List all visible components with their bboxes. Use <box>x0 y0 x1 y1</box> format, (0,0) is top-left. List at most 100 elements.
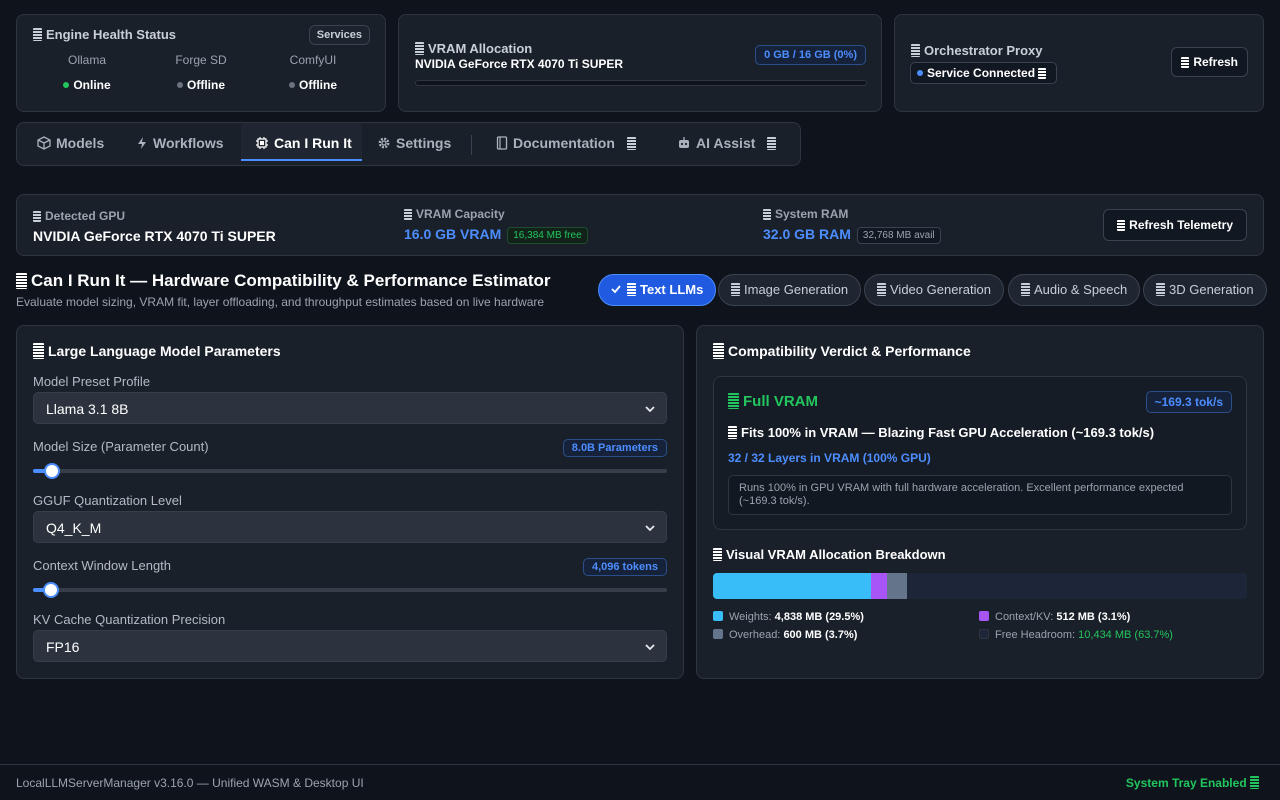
doc-icon <box>1181 57 1190 68</box>
breakdown-title-text: Visual VRAM Allocation Breakdown <box>726 547 946 562</box>
orchestrator-title-text: Orchestrator Proxy <box>924 43 1043 58</box>
verdict-status-text: Full VRAM <box>743 393 818 410</box>
hardware-telemetry-card: Detected GPU NVIDIA GeForce RTX 4070 Ti … <box>16 194 1264 256</box>
services-button[interactable]: Services <box>308 25 370 45</box>
tab-divider <box>471 135 472 155</box>
compatibility-verdict-panel: Compatibility Verdict & Performance Full… <box>696 325 1264 679</box>
system-tray-status: System Tray Enabled <box>1126 776 1263 790</box>
refresh-telemetry-button[interactable]: Refresh Telemetry <box>1103 209 1247 241</box>
tab-label: Settings <box>396 135 452 151</box>
category-label: Video Generation <box>890 282 991 297</box>
speed-badge: ~169.3 tok/s <box>1145 391 1232 413</box>
chevron-down-icon <box>645 406 655 413</box>
doc-icon <box>731 283 740 296</box>
status-dot <box>177 82 183 88</box>
legend-swatch <box>713 611 723 621</box>
tab-label: Workflows <box>153 135 224 151</box>
system-ram-text: 32.0 GB RAM <box>763 226 851 242</box>
vram-allocation-card: VRAM Allocation NVIDIA GeForce RTX 4070 … <box>398 14 882 112</box>
tab-models[interactable]: Models <box>37 123 104 161</box>
tab-can-i-run-it[interactable]: Can I Run It <box>241 123 362 161</box>
engine-name: Forge SD <box>175 53 227 67</box>
legend-label: Context/KV: <box>995 611 1054 623</box>
verdict-note: Runs 100% in GPU VRAM with full hardware… <box>728 475 1232 515</box>
model-size-slider[interactable] <box>33 463 667 479</box>
category-text-llms[interactable]: Text LLMs <box>598 274 717 306</box>
chip-icon <box>256 137 268 149</box>
doc-icon <box>1117 220 1126 231</box>
vram-capacity: VRAM Capacity 16.0 GB VRAM 16,384 MB free <box>404 207 588 244</box>
kv-cache-value: FP16 <box>46 639 80 655</box>
doc-icon <box>16 273 27 289</box>
context-window-slider[interactable] <box>33 582 667 598</box>
llm-parameters-title: Large Language Model Parameters <box>33 343 281 359</box>
preset-value: Llama 3.1 8B <box>46 401 129 417</box>
tab-label: Models <box>56 135 105 151</box>
legend-context-kv: Context/KV: 512 MB (3.1%) <box>979 611 1130 623</box>
book-icon <box>496 136 508 150</box>
model-size-badge: 8.0B Parameters <box>562 439 667 457</box>
category-video-generation[interactable]: Video Generation <box>864 274 1004 306</box>
engine-comfyui: ComfyUI Offline <box>263 53 363 92</box>
engine-health-card: Engine Health Status Services Ollama Onl… <box>16 14 386 112</box>
vram-free-tag: 16,384 MB free <box>507 227 588 244</box>
engine-status: Offline <box>151 78 251 92</box>
refresh-label: Refresh <box>1193 55 1238 69</box>
status-text: Offline <box>187 78 225 92</box>
quantization-select[interactable]: Q4_K_M <box>33 511 667 543</box>
verdict-status: Full VRAM <box>728 393 818 410</box>
slider-thumb[interactable] <box>42 582 59 598</box>
legend-value: 4,838 MB (29.5%) <box>774 611 864 623</box>
legend-weights: Weights: 4,838 MB (29.5%) <box>713 611 864 623</box>
engine-name: Ollama <box>67 53 106 67</box>
kv-cache-select[interactable]: FP16 <box>33 630 667 662</box>
vram-segment-1 <box>870 573 888 599</box>
slider-thumb[interactable] <box>44 463 61 479</box>
legend-value: 600 MB (3.7%) <box>783 629 858 641</box>
doc-icon <box>728 393 739 409</box>
tab-ai-assist[interactable]: AI Assist <box>677 123 780 161</box>
engine-ollama: Ollama Online <box>37 53 137 92</box>
preset-label: Model Preset Profile <box>33 374 151 389</box>
verdict-fits: Fits 100% in VRAM — Blazing Fast GPU Acc… <box>728 425 1154 440</box>
category-image-generation[interactable]: Image Generation <box>718 274 862 306</box>
quantization-label: GGUF Quantization Level <box>33 493 182 508</box>
tab-label: Documentation <box>513 135 615 151</box>
doc-icon <box>33 28 42 41</box>
robot-icon <box>679 137 689 148</box>
tab-documentation[interactable]: Documentation <box>496 123 640 161</box>
tab-settings[interactable]: Settings <box>377 123 451 161</box>
vram-capacity-value: 16.0 GB VRAM 16,384 MB free <box>404 226 588 244</box>
vram-allocation-title-text: VRAM Allocation <box>428 41 533 56</box>
status-footer: LocalLLMServerManager v3.16.0 — Unified … <box>0 764 1280 800</box>
vram-segment-0 <box>713 573 871 599</box>
vram-segment-2 <box>887 573 907 599</box>
category-3d-generation[interactable]: 3D Generation <box>1143 274 1267 306</box>
chevron-down-icon <box>645 644 655 651</box>
service-status-text: Service Connected <box>927 66 1036 80</box>
verdict-box: Full VRAM ~169.3 tok/s Fits 100% in VRAM… <box>713 376 1247 530</box>
detected-gpu-value: NVIDIA GeForce RTX 4070 Ti SUPER <box>33 228 276 244</box>
page-subtitle: Evaluate model sizing, VRAM fit, layer o… <box>16 295 545 309</box>
doc-icon <box>404 209 412 220</box>
refresh-button[interactable]: Refresh <box>1171 47 1248 77</box>
doc-icon <box>33 343 44 359</box>
layers-in-vram: 32 / 32 Layers in VRAM (100% GPU) <box>728 451 931 465</box>
model-size-label: Model Size (Parameter Count) <box>33 439 209 454</box>
system-tray-text: System Tray Enabled <box>1125 776 1247 790</box>
doc-icon <box>728 426 737 439</box>
doc-icon <box>1250 776 1259 789</box>
vram-gpu-name: NVIDIA GeForce RTX 4070 Ti SUPER <box>415 57 624 71</box>
llm-parameters-panel: Large Language Model Parameters Model Pr… <box>16 325 684 679</box>
vram-capacity-label-text: VRAM Capacity <box>416 207 505 221</box>
orchestrator-card: Orchestrator Proxy Service Connected Ref… <box>894 14 1264 112</box>
tab-workflows[interactable]: Workflows <box>136 123 224 161</box>
preset-select[interactable]: Llama 3.1 8B <box>33 392 667 424</box>
category-label: Text LLMs <box>640 282 704 297</box>
system-ram-value: 32.0 GB RAM 32,768 MB avail <box>763 226 941 244</box>
engine-name: ComfyUI <box>289 53 337 67</box>
detected-gpu: Detected GPU NVIDIA GeForce RTX 4070 Ti … <box>33 209 276 244</box>
category-audio-speech[interactable]: Audio & Speech <box>1008 274 1141 306</box>
chevron-down-icon <box>645 525 655 532</box>
refresh-telemetry-label: Refresh Telemetry <box>1129 218 1233 232</box>
